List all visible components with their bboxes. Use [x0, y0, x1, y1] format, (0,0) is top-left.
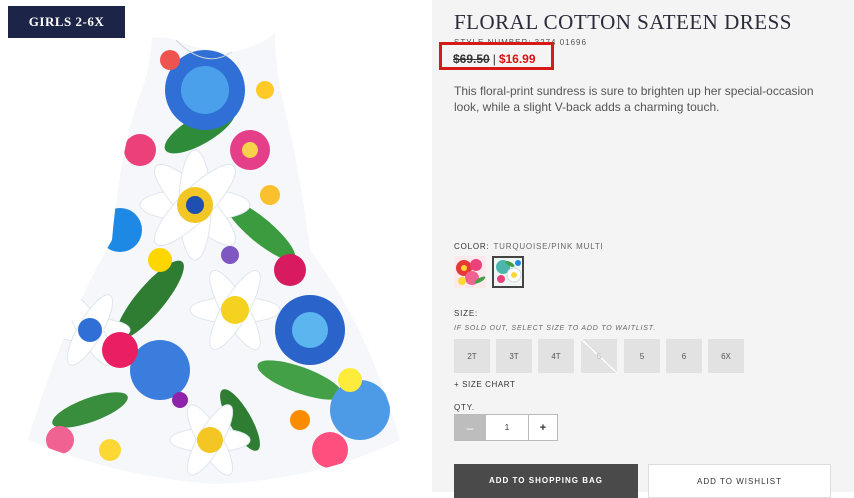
quantity-decrease-button[interactable]: –: [455, 415, 485, 440]
size-option-sold-out[interactable]: 5: [581, 339, 617, 373]
size-option-4t[interactable]: 4T: [538, 339, 574, 373]
selected-color-name: TURQUOISE/PINK MULTI: [493, 242, 604, 251]
floral-dress-image[interactable]: [0, 0, 432, 492]
product-details-panel: FLORAL COTTON SATEEN DRESS STYLE NUMBER:…: [432, 0, 854, 498]
quantity-label: QTY.: [454, 403, 475, 412]
size-option-6[interactable]: 6: [666, 339, 702, 373]
add-to-wishlist-button[interactable]: ADD TO WISHLIST: [648, 464, 831, 498]
size-option-6x[interactable]: 6X: [708, 339, 744, 373]
size-option-5[interactable]: 5: [624, 339, 660, 373]
product-image-area: GIRLS 2-6X: [0, 0, 432, 492]
color-swatch-turquoise-pink[interactable]: [492, 256, 524, 288]
quantity-stepper: – 1 +: [454, 414, 558, 441]
size-option-2t[interactable]: 2T: [454, 339, 490, 373]
color-label-row: COLOR: TURQUOISE/PINK MULTI: [454, 242, 604, 251]
quantity-increase-button[interactable]: +: [529, 415, 557, 440]
add-to-bag-button[interactable]: ADD TO SHOPPING BAG: [454, 464, 638, 498]
swatch-red-floral-image: [454, 256, 486, 288]
color-swatch-red-pink[interactable]: [454, 256, 486, 288]
product-description: This floral-print sundress is sure to br…: [454, 84, 814, 114]
price-line: $69.50 | $16.99: [453, 52, 536, 66]
size-option-3t[interactable]: 3T: [496, 339, 532, 373]
color-label: COLOR:: [454, 242, 490, 251]
sale-price: $16.99: [498, 52, 536, 66]
waitlist-note: IF SOLD OUT, SELECT SIZE TO ADD TO WAITL…: [454, 325, 656, 332]
category-badge: GIRLS 2-6X: [8, 6, 125, 38]
size-label: SIZE:: [454, 309, 479, 318]
original-price: $69.50: [453, 52, 490, 66]
price-separator: |: [492, 52, 496, 66]
product-title: FLORAL COTTON SATEEN DRESS: [454, 10, 792, 34]
quantity-input[interactable]: 1: [485, 415, 529, 440]
swatch-turquoise-floral-image: [494, 258, 522, 286]
size-chart-link[interactable]: + SIZE CHART: [454, 380, 516, 389]
